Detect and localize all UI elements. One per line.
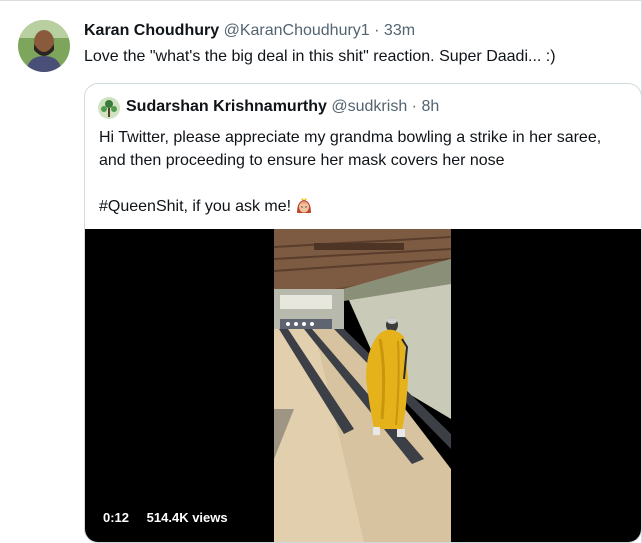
quoted-avatar[interactable] xyxy=(98,97,120,119)
separator: · xyxy=(374,22,380,39)
tweet-header: Karan Choudhury @KaranChoudhury1 · 33m xyxy=(84,22,415,40)
quoted-line-3-wrap: #QueenShit, if you ask me! xyxy=(99,195,629,222)
video-views: 514.4K views xyxy=(146,510,228,525)
quoted-header: Sudarshan Krishnamurthy @sudkrish · 8h xyxy=(126,98,439,116)
divider-top xyxy=(0,0,642,1)
avatar[interactable] xyxy=(18,20,70,72)
princess-emoji-icon xyxy=(295,197,313,222)
author-name[interactable]: Karan Choudhury xyxy=(84,22,219,39)
video-stats: 0:12 514.4K views xyxy=(103,510,242,525)
quoted-tweet[interactable]: Sudarshan Krishnamurthy @sudkrish · 8h H… xyxy=(84,83,642,543)
quoted-timestamp[interactable]: 8h xyxy=(421,98,439,115)
timestamp[interactable]: 33m xyxy=(384,22,415,39)
quoted-line-1: Hi Twitter, please appreciate my grandma… xyxy=(99,129,602,146)
video-duration: 0:12 xyxy=(103,510,130,525)
author-handle[interactable]: @KaranChoudhury1 xyxy=(224,22,370,39)
video-player[interactable]: 0:12 514.4K views xyxy=(85,229,641,542)
quoted-line-2: and then proceeding to ensure her mask c… xyxy=(99,152,505,169)
video-frame xyxy=(274,229,451,542)
tweet-text: Love the "what's the big deal in this sh… xyxy=(84,48,556,65)
quoted-author-name[interactable]: Sudarshan Krishnamurthy xyxy=(126,98,327,115)
quoted-separator: · xyxy=(411,98,417,115)
quoted-line-3: #QueenShit, if you ask me! xyxy=(99,198,292,215)
quoted-author-handle[interactable]: @sudkrish xyxy=(331,98,407,115)
quoted-text: Hi Twitter, please appreciate my grandma… xyxy=(99,126,629,222)
